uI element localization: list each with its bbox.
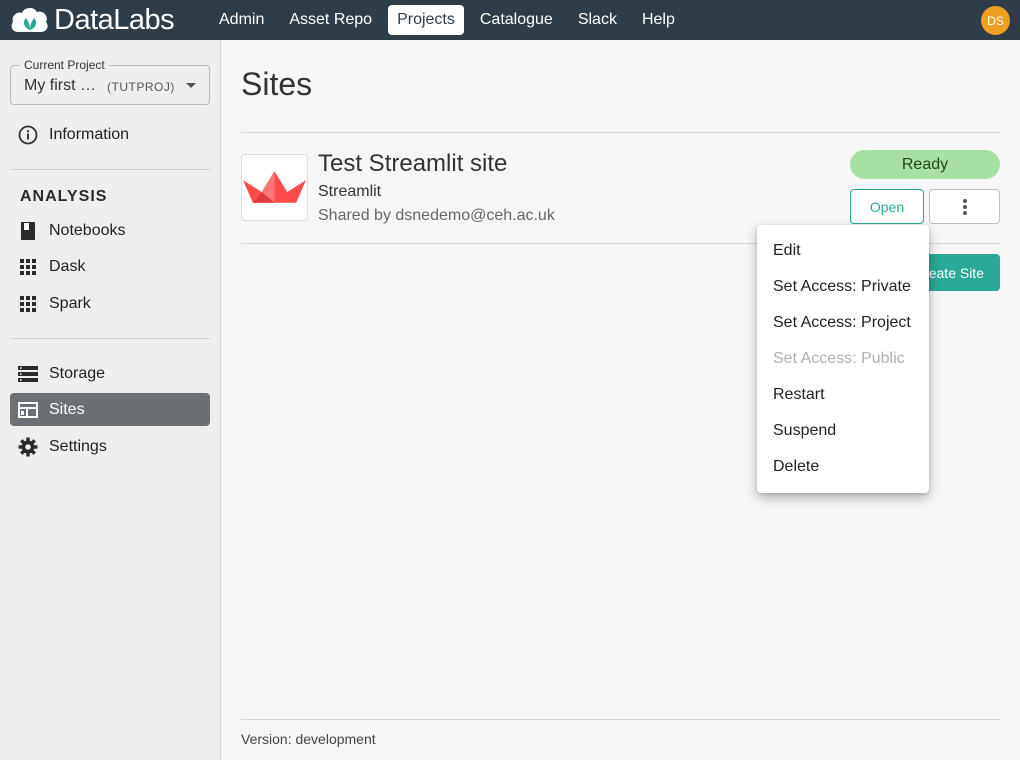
sidebar-item-spark[interactable]: Spark	[10, 287, 210, 320]
sidebar-item-label: Spark	[49, 294, 91, 312]
sidebar-item-label: Information	[49, 125, 130, 143]
analysis-heading: ANALYSIS	[20, 188, 108, 205]
sidebar-item-notebooks[interactable]: Notebooks	[10, 214, 210, 247]
more-vert-icon	[962, 198, 967, 215]
menu-item-edit[interactable]: Edit	[757, 233, 929, 269]
page-title: Sites	[241, 66, 313, 102]
streamlit-logo-icon	[241, 154, 308, 221]
more-actions-button[interactable]	[929, 189, 1000, 224]
storage-icon	[17, 363, 39, 385]
divider	[241, 132, 1000, 133]
sidebar-item-label: Storage	[49, 364, 106, 382]
menu-item-restart[interactable]: Restart	[757, 377, 929, 413]
status-badge: Ready	[850, 150, 1000, 179]
nav-catalogue[interactable]: Catalogue	[471, 5, 562, 35]
menu-item-set-access-private[interactable]: Set Access: Private	[757, 269, 929, 305]
nav-asset-repo[interactable]: Asset Repo	[280, 5, 381, 35]
version-text: Version: development	[241, 731, 376, 747]
main-nav: Admin Asset Repo Projects Catalogue Slac…	[210, 5, 691, 35]
site-shared-by: Shared by dsnedemo@ceh.ac.uk	[318, 207, 555, 224]
nav-help[interactable]: Help	[633, 5, 684, 35]
book-icon	[17, 220, 39, 242]
info-icon	[17, 124, 39, 146]
sidebar-item-label: Dask	[49, 257, 86, 275]
site-actions-menu: Edit Set Access: Private Set Access: Pro…	[757, 225, 929, 493]
leaf-cloud-icon	[11, 7, 48, 32]
grid-icon	[17, 293, 39, 315]
web-icon	[17, 399, 39, 421]
sidebar-item-label: Notebooks	[49, 221, 126, 239]
menu-item-suspend[interactable]: Suspend	[757, 413, 929, 449]
app-title: DataLabs	[54, 4, 175, 36]
gear-icon	[17, 436, 39, 458]
project-select[interactable]: Current Project My first … (TUTPROJ)	[10, 57, 210, 105]
nav-slack[interactable]: Slack	[569, 5, 626, 35]
menu-item-set-access-public: Set Access: Public	[773, 350, 905, 367]
site-type: Streamlit	[318, 183, 382, 200]
sidebar-item-sites[interactable]: Sites	[10, 393, 210, 426]
open-button[interactable]: Open	[850, 189, 924, 224]
project-key: (TUTPROJ)	[107, 80, 175, 94]
nav-projects[interactable]: Projects	[388, 5, 464, 35]
footer-divider	[241, 719, 1000, 720]
sidebar-item-label: Settings	[49, 437, 107, 455]
sidebar-divider	[10, 338, 210, 339]
sidebar-item-dask[interactable]: Dask	[10, 250, 210, 283]
sidebar-item-label: Sites	[49, 400, 85, 418]
sidebar-divider	[10, 169, 210, 170]
user-avatar[interactable]: DS	[981, 6, 1010, 35]
sidebar: Current Project My first … (TUTPROJ) Inf…	[0, 40, 221, 760]
sidebar-item-information[interactable]: Information	[10, 118, 210, 151]
project-select-legend: Current Project	[20, 57, 109, 73]
caret-down-icon	[186, 83, 196, 88]
datalabs-logo[interactable]: DataLabs	[10, 0, 200, 40]
nav-admin[interactable]: Admin	[210, 5, 273, 35]
sidebar-item-settings[interactable]: Settings	[10, 430, 210, 463]
project-name: My first …	[24, 77, 96, 94]
grid-icon	[17, 256, 39, 278]
menu-item-delete[interactable]: Delete	[757, 449, 929, 485]
top-bar: DataLabs Admin Asset Repo Projects Catal…	[0, 0, 1020, 40]
menu-item-set-access-project[interactable]: Set Access: Project	[757, 305, 929, 341]
site-title: Test Streamlit site	[318, 150, 508, 177]
sidebar-item-storage[interactable]: Storage	[10, 357, 210, 390]
